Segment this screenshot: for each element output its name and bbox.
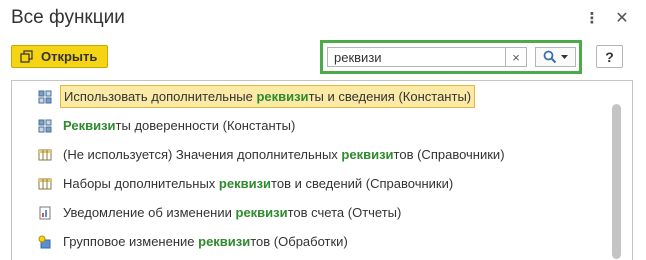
- list-item-label: Реквизиты доверенности (Константы): [63, 118, 296, 133]
- open-icon: [20, 50, 33, 63]
- functions-list: Использовать дополнительные реквизиты и …: [11, 80, 633, 260]
- search-input[interactable]: [327, 47, 527, 67]
- catalog-icon: [38, 177, 52, 191]
- open-button-label: Открыть: [41, 49, 98, 64]
- more-menu-icon[interactable]: ⋮: [581, 6, 603, 30]
- list-item[interactable]: Групповое изменение реквизитов (Обработк…: [12, 230, 612, 253]
- processing-icon: [38, 235, 52, 249]
- catalog-icon: [38, 148, 52, 162]
- list-item[interactable]: Использовать дополнительные реквизиты и …: [12, 85, 612, 108]
- scrollbar-thumb[interactable]: [612, 104, 621, 259]
- list-item[interactable]: Реквизиты доверенности (Константы): [12, 114, 612, 137]
- clear-search-button[interactable]: ×: [505, 47, 527, 67]
- window-title: Все функции: [11, 7, 125, 28]
- list-item[interactable]: (Не используется) Значения дополнительны…: [12, 143, 612, 166]
- list-item-label: Наборы дополнительных реквизитов и сведе…: [63, 176, 454, 191]
- list-item[interactable]: Наборы дополнительных реквизитов и сведе…: [12, 172, 612, 195]
- list-item-label: Использовать дополнительные реквизиты и …: [60, 85, 476, 108]
- constant-icon: [38, 90, 52, 104]
- clear-icon: ×: [512, 49, 520, 65]
- search-button[interactable]: [535, 47, 576, 67]
- chevron-down-icon: [561, 54, 568, 59]
- search-icon: [543, 50, 557, 64]
- search-box: ×: [320, 40, 582, 74]
- help-button-label: ?: [605, 48, 614, 65]
- list-item-label: Уведомление об изменении реквизитов счет…: [63, 205, 402, 220]
- help-button[interactable]: ?: [596, 45, 623, 68]
- open-button[interactable]: Открыть: [11, 45, 108, 68]
- list-item-label: (Не используется) Значения дополнительны…: [63, 147, 505, 162]
- close-icon[interactable]: ✕: [611, 6, 633, 30]
- list-item-label: Групповое изменение реквизитов (Обработк…: [63, 234, 348, 249]
- constant-icon: [38, 119, 52, 133]
- report-icon: [38, 206, 52, 220]
- list-item[interactable]: Уведомление об изменении реквизитов счет…: [12, 201, 612, 224]
